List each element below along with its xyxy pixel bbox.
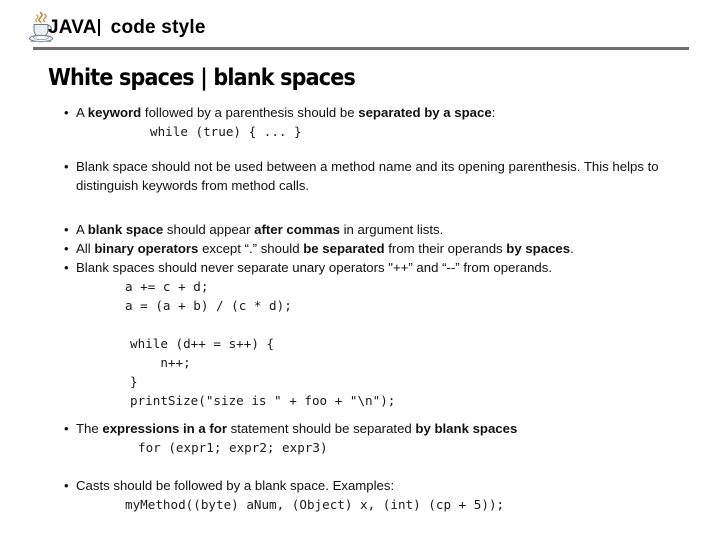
bullet-item: • A keyword followed by a parenthesis sh… — [0, 103, 720, 122]
slide-header: JAVA code style — [0, 0, 720, 56]
bullet-marker: • — [64, 260, 69, 275]
bullet-marker: • — [64, 241, 69, 256]
content-block-while-example: while (d++ = s++) { n++; } printSize("si… — [0, 334, 720, 410]
bullet-item: • The expressions in a for statement sho… — [0, 419, 720, 438]
code-line: myMethod((byte) aNum, (Object) x, (int) … — [125, 497, 505, 512]
content-block-casts: • Casts should be followed by a blank sp… — [0, 476, 720, 514]
code-line: while (true) { ... } — [150, 124, 302, 139]
bullet-text: A keyword followed by a parenthesis shou… — [76, 105, 496, 120]
code-line: } — [130, 374, 138, 389]
code-line: while (d++ = s++) { — [130, 336, 275, 351]
bullet-item: • Blank space should not be used between… — [0, 157, 720, 195]
bullet-marker: • — [64, 105, 69, 120]
content-block-keyword-parenthesis: • A keyword followed by a parenthesis sh… — [0, 103, 720, 141]
bullet-marker: • — [64, 159, 69, 174]
bullet-item: • Blank spaces should never separate una… — [0, 258, 720, 277]
header-divider — [33, 47, 689, 50]
bullet-item: • All binary operators except “.” should… — [0, 239, 720, 258]
header-brand: JAVA — [48, 17, 97, 38]
bullet-text: A blank space should appear after commas… — [76, 222, 444, 237]
bullet-item: • Casts should be followed by a blank sp… — [0, 476, 720, 495]
text-caret-icon — [97, 19, 100, 36]
content-block-method-name-parenthesis: • Blank space should not be used between… — [0, 157, 720, 195]
bullet-marker: • — [64, 222, 69, 237]
code-line: a = (a + b) / (c * d); — [125, 298, 292, 313]
bullet-text: Blank spaces should never separate unary… — [76, 260, 553, 275]
code-line: printSize("size is " + foo + "\n"); — [130, 393, 396, 408]
code-line: a += c + d; — [125, 279, 209, 294]
bullet-marker: • — [64, 478, 69, 493]
page-title: White spaces | blank spaces — [48, 65, 356, 91]
header-subtitle: code style — [110, 17, 206, 38]
content-block-unary-operators: • Blank spaces should never separate una… — [0, 258, 720, 315]
content-block-after-commas: • A blank space should appear after comm… — [0, 220, 720, 239]
content-block-for-statement: • The expressions in a for statement sho… — [0, 419, 720, 457]
code-line: for (expr1; expr2; expr3) — [138, 440, 328, 455]
header-title: JAVA code style — [48, 17, 206, 39]
code-line: n++; — [130, 355, 191, 370]
bullet-text: Casts should be followed by a blank spac… — [76, 478, 395, 493]
content-block-binary-operators: • All binary operators except “.” should… — [0, 239, 720, 258]
bullet-marker: • — [64, 421, 69, 436]
bullet-text: Blank space should not be used between a… — [76, 159, 659, 193]
bullet-item: • A blank space should appear after comm… — [0, 220, 720, 239]
bullet-text: The expressions in a for statement shoul… — [76, 421, 518, 436]
bullet-text: All binary operators except “.” should b… — [76, 241, 574, 256]
